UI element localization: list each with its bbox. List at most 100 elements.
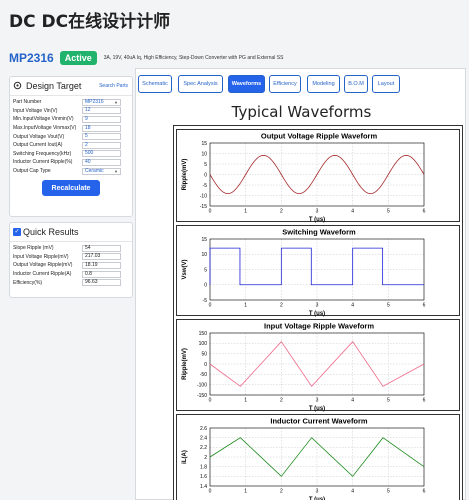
search-parts-link[interactable]: Search Parts [99, 83, 128, 89]
chart-inductor-current: Inductor Current Waveform 0 1 2 3 4 5 6 2.6 2.4 2.… [176, 414, 460, 500]
x-tick-label: 1 [244, 303, 247, 309]
x-tick-label: 0 [209, 303, 212, 309]
design-target-title: Design Target [26, 81, 82, 91]
tab-efficiency[interactable]: Efficiency [269, 75, 301, 93]
input-ripple-svg: Input Voltage Ripple Waveform 0 1 2 3 4 5 6 150 1… [182, 322, 426, 413]
x-tick-label: 6 [423, 209, 426, 215]
vout-field[interactable]: 5 [82, 133, 121, 141]
inductor-current-svg: Inductor Current Waveform 0 1 2 3 4 5 6 2.6 2.4 2.… [182, 417, 426, 500]
app-title: DC DC在线设计计师 [9, 12, 171, 32]
result-value: 54 [82, 244, 121, 252]
tab-layout[interactable]: Layout [372, 75, 400, 93]
field-label: Switching Frequency(kHz) [13, 150, 72, 157]
field-row: Min.InputVoltage Vinmin(V) 9 [10, 115, 132, 124]
design-target-fields: Part Number MP2316 ▼ Input Voltage Vin(V) 1… [10, 96, 132, 197]
result-value: 18.19 [82, 261, 121, 269]
y-axis-label: Ripple(mV) [182, 159, 188, 191]
x-tick-label: 5 [387, 209, 390, 215]
x-tick-label: 1 [244, 209, 247, 215]
quick-results-card: ✓ Quick Results Slope Ripple (mV) 54 Inpu… [9, 222, 133, 298]
field-row: Output Current Iout(A) 2 [10, 141, 132, 150]
vinmax-field[interactable]: 18 [82, 124, 121, 132]
chart-title: Output Voltage Ripple Waveform [261, 132, 378, 141]
result-row: Output Voltage Ripple(mV) 18.19 [10, 261, 132, 270]
field-label: Max.InputVoltage Vinmax(V) [13, 125, 77, 132]
result-label: Output Voltage Ripple(mV) [13, 262, 73, 269]
y-axis-label: iL(A) [182, 450, 188, 464]
x-axis-label: T (us) [309, 311, 325, 317]
x-tick-label: 4 [351, 209, 354, 215]
tab-waveforms[interactable]: Waveforms [228, 75, 265, 93]
x-tick-label: 3 [316, 398, 319, 404]
y-tick-label: 2 [204, 455, 207, 461]
y-tick-label: -100 [197, 382, 207, 388]
quick-results-checkbox[interactable]: ✓ [13, 228, 21, 236]
x-tick-label: 6 [423, 489, 426, 495]
y-tick-label: 50 [201, 351, 207, 357]
x-tick-label: 0 [209, 209, 212, 215]
y-tick-label: 2.2 [200, 445, 207, 451]
field-row: Output Cap Type Ceramic ▼ [10, 167, 132, 176]
y-tick-label: -150 [197, 393, 207, 399]
result-row: Inductor Current Ripple(A) 0.8 [10, 270, 132, 279]
x-axis-label: T (us) [309, 217, 325, 223]
y-tick-label: -15 [200, 204, 207, 210]
x-tick-label: 3 [316, 209, 319, 215]
x-tick-label: 2 [280, 303, 283, 309]
x-tick-label: 5 [387, 398, 390, 404]
part-name[interactable]: MP2316 [9, 51, 54, 65]
chart-title: Inductor Current Waveform [270, 417, 368, 426]
chevron-down-icon: ▼ [114, 99, 118, 105]
tab-bom[interactable]: B.O.M [344, 75, 368, 93]
switching-svg: Switching Waveform0 1 2 3 4 5 6151050-5T (us)V… [182, 228, 426, 318]
output-ripple-svg: Output Voltage Ripple Waveform 0 1 2 3 4 5 6 15 1… [182, 132, 426, 224]
chart-title: Switching Waveform [282, 228, 356, 237]
chart-output-ripple: Output Voltage Ripple Waveform 0 1 2 3 4 5 6 15 1… [176, 129, 460, 224]
y-tick-label: 15 [201, 141, 207, 147]
x-tick-label: 1 [244, 398, 247, 404]
recalculate-button[interactable]: Recalculate [42, 180, 100, 197]
y-tick-label: 1.4 [200, 484, 207, 490]
y-tick-label: -10 [200, 193, 207, 199]
result-row: Input Voltage Ripple(mV) 217.03 [10, 253, 132, 262]
iout-field[interactable]: 2 [82, 141, 121, 149]
tab-modeling[interactable]: Modeling [307, 75, 340, 93]
page: DC DC在线设计计师 MP2316 Active 3A, 19V, 40uA … [0, 0, 469, 500]
part-header: MP2316 Active 3A, 19V, 40uA Iq, High Eff… [9, 51, 283, 65]
quick-results-header: ✓ Quick Results [10, 223, 132, 242]
settings-icon [13, 81, 24, 92]
result-value: 217.03 [82, 253, 121, 261]
y-tick-label: 2.4 [200, 435, 207, 441]
result-value: 0.8 [82, 270, 121, 278]
x-tick-label: 0 [209, 398, 212, 404]
x-tick-label: 1 [244, 489, 247, 495]
chart-title: Input Voltage Ripple Waveform [264, 322, 374, 331]
part-number-select[interactable]: MP2316 ▼ [82, 98, 121, 106]
field-label: Inductor Current Ripple(%) [13, 159, 73, 166]
vin-field[interactable]: 12 [82, 107, 121, 115]
field-row: Switching Frequency(kHz) 500 [10, 150, 132, 159]
vinmin-field[interactable]: 9 [82, 115, 121, 123]
y-axis-label: Ripple(mV) [182, 348, 188, 380]
field-row: Inductor Current Ripple(%) 40 [10, 158, 132, 167]
cap-type-select[interactable]: Ceramic ▼ [82, 167, 121, 175]
design-target-header: Design Target Search Parts [10, 77, 132, 96]
x-tick-label: 4 [351, 398, 354, 404]
chart-switching: Switching Waveform 0 1 2 3 4 5 6 15 10 5 0 -5 T (us) V… [176, 225, 460, 318]
main-panel: Schematic Spec Analysis Waveforms Effici… [135, 68, 466, 500]
y-tick-label: 10 [201, 252, 207, 258]
result-label: Slope Ripple (mV) [13, 245, 54, 252]
y-tick-label: 1.6 [200, 474, 207, 480]
select-value: MP2316 [85, 98, 104, 105]
waveforms-container: Output Voltage Ripple Waveform 0 1 2 3 4 5 6 15 1… [173, 125, 463, 500]
result-label: Input Voltage Ripple(mV) [13, 253, 69, 260]
y-tick-label: 5 [204, 162, 207, 168]
x-tick-label: 5 [387, 303, 390, 309]
design-target-card: Design Target Search Parts Part Number MP… [9, 76, 133, 217]
tab-schematic[interactable]: Schematic [138, 75, 172, 93]
tab-spec-analysis[interactable]: Spec Analysis [178, 75, 223, 93]
ripple-field[interactable]: 40 [82, 158, 121, 166]
quick-results-fields: Slope Ripple (mV) 54 Input Voltage Ripple… [10, 242, 132, 287]
y-tick-label: 0 [204, 362, 207, 368]
frequency-field[interactable]: 500 [82, 150, 121, 158]
